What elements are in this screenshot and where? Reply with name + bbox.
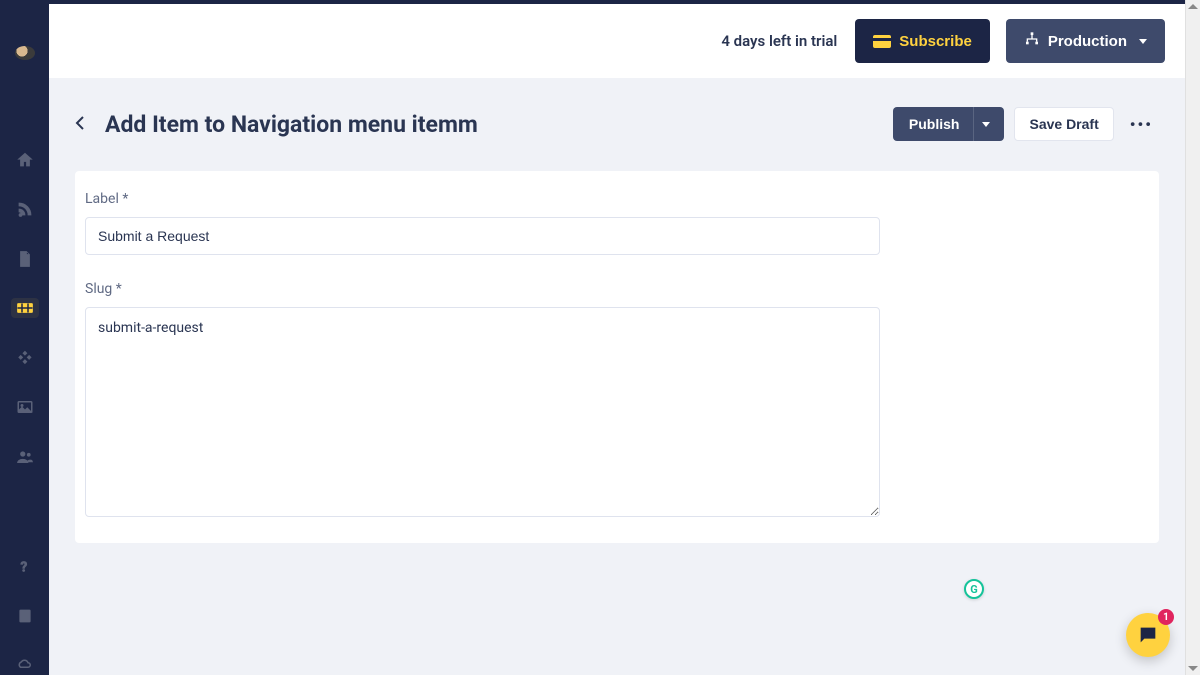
save-draft-label: Save Draft [1029, 116, 1098, 132]
hierarchy-icon [1024, 31, 1040, 51]
question-icon: ? [16, 557, 34, 575]
scroll-down-icon [1188, 666, 1198, 671]
more-actions-button[interactable]: ••• [1124, 115, 1159, 134]
sidebar: ? [0, 0, 49, 675]
trial-remaining-text: 4 days left in trial [721, 32, 837, 50]
chat-launcher-button[interactable]: 1 [1126, 613, 1170, 657]
environment-label: Production [1048, 33, 1127, 50]
environment-selector[interactable]: Production [1006, 19, 1165, 63]
page-title: Add Item to Navigation menu itemm [105, 111, 478, 138]
scrollbar[interactable] [1185, 0, 1200, 675]
cloud-icon [16, 656, 34, 674]
label-input[interactable] [85, 217, 880, 255]
slug-field-label: Slug * [85, 281, 885, 297]
rss-icon [16, 200, 34, 218]
sidebar-item-pages[interactable] [11, 249, 39, 269]
publish-button[interactable]: Publish [893, 107, 1005, 141]
credit-card-icon [873, 35, 891, 48]
book-icon [16, 607, 34, 625]
avatar[interactable] [15, 46, 35, 60]
caret-down-icon [982, 122, 990, 127]
sidebar-item-settings[interactable] [11, 655, 39, 675]
chevron-down-icon [1139, 39, 1147, 44]
publish-separator [973, 107, 974, 141]
sidebar-item-home[interactable] [11, 150, 39, 170]
sidebar-item-collections[interactable] [11, 298, 39, 318]
chat-icon [1137, 624, 1159, 646]
required-indicator: * [122, 191, 128, 207]
grid-icon [16, 299, 34, 317]
header: 4 days left in trial Subscribe Productio… [49, 4, 1185, 79]
subscribe-button[interactable]: Subscribe [855, 19, 990, 63]
required-indicator: * [116, 281, 122, 297]
sidebar-item-blog[interactable] [11, 199, 39, 219]
scroll-up-icon [1188, 4, 1198, 9]
slug-field-group: Slug * [85, 281, 885, 521]
grammarly-badge[interactable]: G [964, 579, 984, 599]
page-header-row: Add Item to Navigation menu itemm Publis… [75, 107, 1159, 141]
svg-text:?: ? [20, 559, 27, 575]
users-icon [16, 448, 34, 466]
home-icon [16, 151, 34, 169]
page-icon [16, 250, 34, 268]
slug-input[interactable] [85, 307, 880, 517]
sidebar-item-components[interactable] [11, 348, 39, 368]
save-draft-button[interactable]: Save Draft [1014, 107, 1113, 141]
sidebar-item-help[interactable]: ? [11, 556, 39, 576]
chevron-left-icon [75, 116, 85, 130]
components-icon [16, 349, 34, 367]
image-icon [16, 398, 34, 416]
sidebar-item-users[interactable] [11, 447, 39, 467]
form-card: Label * Slug * [75, 171, 1159, 543]
subscribe-label: Subscribe [899, 33, 972, 50]
publish-label: Publish [909, 116, 960, 132]
label-field-label: Label * [85, 191, 885, 207]
page-body: Add Item to Navigation menu itemm Publis… [49, 79, 1185, 675]
sidebar-item-media[interactable] [11, 397, 39, 417]
label-field-group: Label * [85, 191, 885, 255]
back-button[interactable] [75, 115, 85, 134]
sidebar-item-docs[interactable] [11, 606, 39, 626]
chat-badge: 1 [1158, 609, 1174, 625]
